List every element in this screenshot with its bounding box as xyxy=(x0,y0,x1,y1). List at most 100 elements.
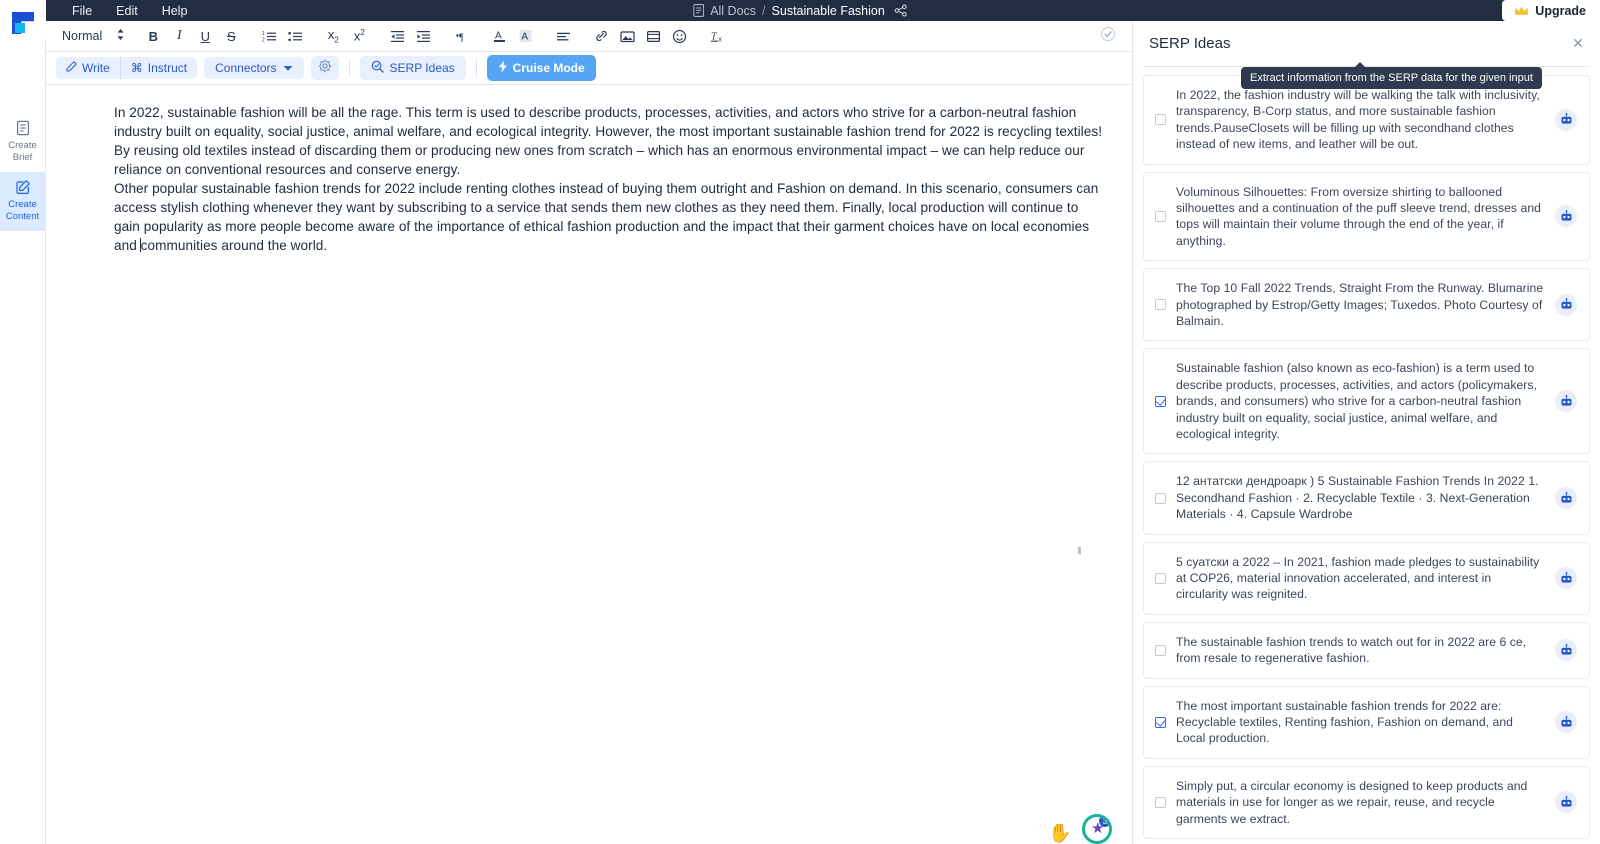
serp-ideas-label: SERP Ideas xyxy=(389,61,455,75)
cruise-mode-button[interactable]: Cruise Mode xyxy=(486,55,596,81)
robot-icon[interactable] xyxy=(1555,293,1577,316)
align-icon[interactable] xyxy=(551,24,575,48)
serp-card-checkbox[interactable] xyxy=(1155,796,1166,808)
emoji-icon[interactable] xyxy=(667,24,691,48)
link-icon[interactable] xyxy=(589,24,613,48)
serp-card-checkbox[interactable] xyxy=(1155,716,1166,728)
svg-text:1: 1 xyxy=(262,31,265,37)
serp-card-text: The sustainable fashion trends to watch … xyxy=(1176,634,1527,666)
document-paragraph-2[interactable]: Other popular sustainable fashion trends… xyxy=(114,179,1104,255)
serp-card-checkbox[interactable] xyxy=(1155,299,1166,311)
chevron-down-icon xyxy=(283,61,293,75)
serp-card[interactable]: Sustainable fashion (also known as eco-f… xyxy=(1143,348,1590,455)
divider xyxy=(348,59,350,77)
left-rail: Create Brief Create Content xyxy=(0,21,46,844)
clear-format-icon[interactable]: T x xyxy=(705,24,729,48)
superscript-button[interactable]: x2 xyxy=(347,24,371,48)
video-icon[interactable] xyxy=(641,24,665,48)
pencil-icon xyxy=(66,61,77,75)
rail-label-line1: Create xyxy=(8,199,37,210)
resize-handle[interactable] xyxy=(1078,547,1081,554)
serp-card[interactable]: 12 антатски дендроарк ) 5 Sustainable Fa… xyxy=(1143,461,1590,535)
connectors-dropdown[interactable]: Connectors xyxy=(204,57,304,79)
serp-card[interactable]: 5 суатски а 2022 – In 2021, fashion made… xyxy=(1143,541,1590,615)
menu-item-file[interactable]: File xyxy=(60,1,104,21)
serp-card-checkbox[interactable] xyxy=(1155,644,1166,656)
rtl-paragraph-icon[interactable]: ¶ xyxy=(449,24,473,48)
rail-item-create-brief[interactable]: Create Brief xyxy=(0,113,46,172)
serp-ideas-button[interactable]: SERP Ideas xyxy=(359,56,466,80)
serp-card-checkbox[interactable] xyxy=(1155,572,1166,584)
serp-card-text: The Top 10 Fall 2022 Trends, Straight Fr… xyxy=(1176,281,1544,328)
document-icon xyxy=(693,4,705,17)
robot-icon[interactable] xyxy=(1555,108,1577,131)
write-button[interactable]: Write xyxy=(56,57,120,79)
app-body: Create Brief Create Content Normal B I U… xyxy=(0,21,1600,844)
svg-text:2: 2 xyxy=(262,37,265,43)
document-outline-icon xyxy=(15,120,31,136)
image-icon[interactable] xyxy=(615,24,639,48)
serp-card-text: In 2022, the fashion industry will be wa… xyxy=(1176,87,1540,152)
ordered-list-icon[interactable]: 12 xyxy=(257,24,281,48)
check-circle-icon xyxy=(1100,26,1116,47)
robot-icon[interactable] xyxy=(1555,487,1577,510)
command-icon: ⌘ xyxy=(130,61,143,75)
connectors-label: Connectors xyxy=(215,61,277,75)
floating-widgets: ✋ ★ 3 xyxy=(1048,814,1112,844)
help-bubble-icon[interactable]: ★ 3 xyxy=(1082,814,1112,844)
document-editor[interactable]: In 2022, sustainable fashion will be all… xyxy=(46,85,1132,844)
serp-card-checkbox[interactable] xyxy=(1155,114,1166,126)
waving-hand-icon[interactable]: ✋ xyxy=(1048,824,1074,844)
gear-icon xyxy=(318,59,332,78)
editor-column: Normal B I U S 12 x2 x2 ¶ A A T x Write … xyxy=(46,21,1132,844)
highlight-icon[interactable]: A xyxy=(513,24,537,48)
italic-button[interactable]: I xyxy=(167,24,191,48)
serp-card[interactable]: The Top 10 Fall 2022 Trends, Straight Fr… xyxy=(1143,268,1590,342)
serp-card-list: In 2022, the fashion industry will be wa… xyxy=(1133,67,1600,844)
document-paragraph-1[interactable]: In 2022, sustainable fashion will be all… xyxy=(114,103,1104,179)
robot-icon[interactable] xyxy=(1555,390,1577,413)
updown-caret-icon xyxy=(116,28,125,44)
upgrade-button[interactable]: Upgrade xyxy=(1502,0,1600,21)
app-logo[interactable] xyxy=(0,0,46,46)
serp-card-checkbox[interactable] xyxy=(1155,492,1166,504)
cruise-mode-label: Cruise Mode xyxy=(512,61,585,75)
settings-button[interactable] xyxy=(310,56,339,80)
save-status xyxy=(1100,26,1122,47)
bullet-list-icon[interactable] xyxy=(283,24,307,48)
serp-card[interactable]: Voluminous Silhouettes: From oversize sh… xyxy=(1143,171,1590,262)
paragraph-2-text-after-caret: communities around the world. xyxy=(140,238,328,253)
font-color-icon[interactable]: A xyxy=(487,24,511,48)
robot-icon[interactable] xyxy=(1555,567,1577,590)
instruct-button[interactable]: ⌘ Instruct xyxy=(119,57,197,79)
robot-icon[interactable] xyxy=(1555,639,1577,662)
serp-card-text: 5 суатски а 2022 – In 2021, fashion made… xyxy=(1176,554,1540,602)
breadcrumb-all-docs[interactable]: All Docs xyxy=(710,4,756,18)
close-icon[interactable]: ✕ xyxy=(1570,35,1586,51)
robot-icon[interactable] xyxy=(1555,711,1577,734)
serp-card[interactable]: Simply put, a circular economy is design… xyxy=(1143,765,1590,840)
outdent-icon[interactable] xyxy=(385,24,409,48)
robot-icon[interactable] xyxy=(1555,205,1577,228)
paragraph-style-select[interactable]: Normal xyxy=(56,26,131,46)
robot-icon[interactable] xyxy=(1555,791,1577,814)
breadcrumb-doc-name[interactable]: Sustainable Fashion xyxy=(772,4,885,18)
serp-panel-title: SERP Ideas xyxy=(1149,35,1231,52)
strikethrough-button[interactable]: S xyxy=(219,24,243,48)
top-bar: File Edit Help All Docs / Sustainable Fa… xyxy=(0,0,1600,46)
share-icon[interactable] xyxy=(894,4,907,17)
rail-item-create-content[interactable]: Create Content xyxy=(0,172,46,231)
underline-button[interactable]: U xyxy=(193,24,217,48)
format-toolbar: Normal B I U S 12 x2 x2 ¶ A A T x xyxy=(46,21,1132,52)
serp-card[interactable]: The most important sustainable fashion t… xyxy=(1143,685,1590,759)
indent-icon[interactable] xyxy=(411,24,435,48)
bold-button[interactable]: B xyxy=(141,24,165,48)
serp-card-checkbox[interactable] xyxy=(1155,210,1166,222)
serp-card-checkbox[interactable] xyxy=(1155,395,1166,407)
serp-card-text: Voluminous Silhouettes: From oversize sh… xyxy=(1176,184,1541,248)
serp-card[interactable]: The sustainable fashion trends to watch … xyxy=(1143,621,1590,679)
menu-item-edit[interactable]: Edit xyxy=(104,1,150,21)
subscript-button[interactable]: x2 xyxy=(321,24,345,48)
menu-item-help[interactable]: Help xyxy=(150,1,200,21)
serp-ideas-panel: SERP Ideas ✕ Extract information from th… xyxy=(1132,21,1600,844)
